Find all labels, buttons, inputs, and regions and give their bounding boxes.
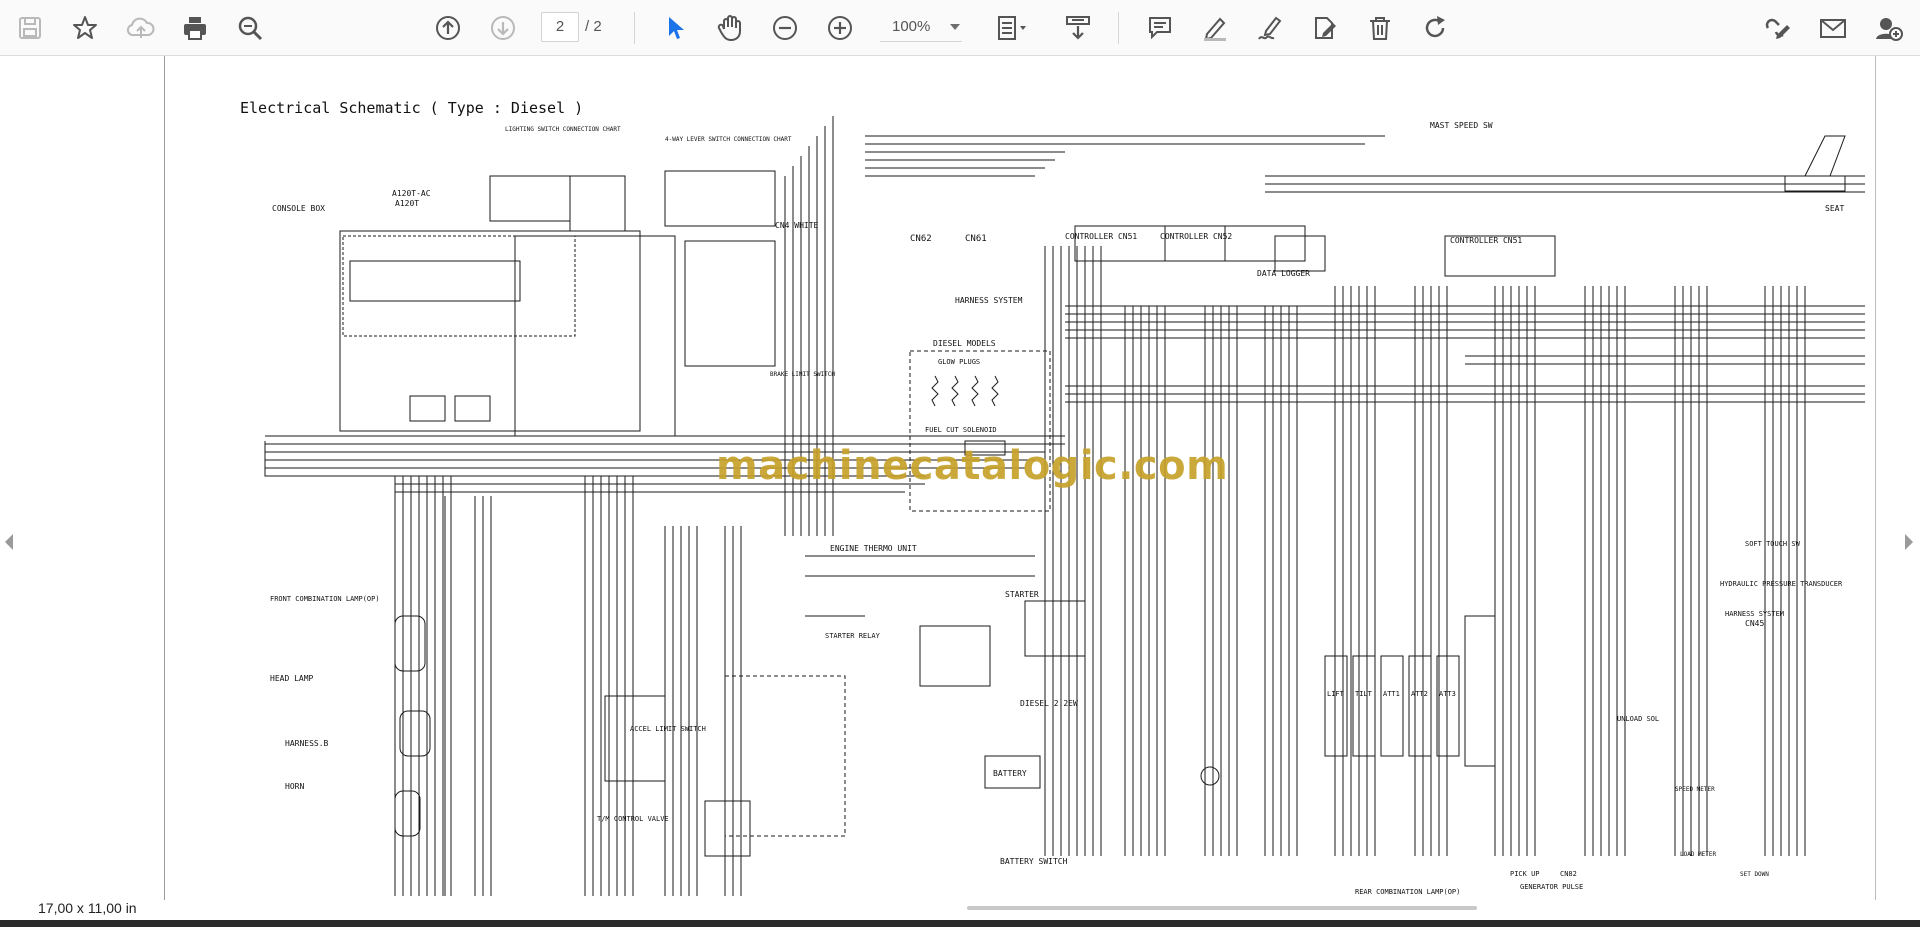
hydraulic-pressure-label: HYDRAULIC PRESSURE TRANSDUCER bbox=[1720, 580, 1843, 588]
prev-page-arrow-icon[interactable] bbox=[5, 534, 13, 550]
controller-cn51-label: CONTROLLER CN51 bbox=[1065, 232, 1137, 241]
email-icon[interactable] bbox=[1813, 8, 1853, 48]
toolbar-divider bbox=[1118, 12, 1119, 44]
att3-label: ATT3 bbox=[1439, 690, 1456, 698]
pick-up-label: PICK UP bbox=[1510, 870, 1540, 878]
page-size-status: 17,00 x 11,00 in bbox=[38, 900, 137, 916]
harness-system-label: HARNESS SYSTEM bbox=[955, 296, 1023, 305]
diesel-models-label: DIESEL MODELS bbox=[933, 339, 996, 348]
schematic-title: Electrical Schematic ( Type : Diesel ) bbox=[240, 99, 583, 117]
watermark-text: machinecatalogic.com bbox=[716, 443, 1229, 489]
battery-switch-label: BATTERY SWITCH bbox=[1000, 857, 1068, 866]
page-total-label: / 2 bbox=[585, 18, 602, 35]
accel-switch-label: ACCEL LIMIT SWITCH bbox=[630, 725, 706, 733]
cn4-label: CN4 WHITE bbox=[775, 221, 819, 230]
lever-chart-label: 4-WAY LEVER SWITCH CONNECTION CHART bbox=[665, 136, 792, 143]
load-meter-label: LOAD METER bbox=[1680, 851, 1717, 858]
a120t-label2: A120T bbox=[395, 199, 419, 208]
cn62-label: CN62 bbox=[910, 234, 932, 244]
zoom-in-icon[interactable] bbox=[820, 8, 860, 48]
engine-thermo-label: ENGINE THERMO UNIT bbox=[830, 544, 917, 553]
mast-speed-label: MAST SPEED SW bbox=[1430, 121, 1493, 130]
harness-b-label: HARNESS.B bbox=[285, 739, 329, 748]
front-lamp-label: FRONT COMBINATION LAMP(OP) bbox=[270, 595, 380, 603]
cn82-label: CN82 bbox=[1560, 870, 1577, 878]
starter-label: STARTER bbox=[1005, 590, 1039, 599]
fuel-cut-label: FUEL CUT SOLENOID bbox=[925, 426, 997, 434]
console-box-label: CONSOLE BOX bbox=[272, 204, 325, 213]
lift-label: LIFT bbox=[1327, 690, 1345, 698]
select-pointer-icon[interactable] bbox=[655, 8, 695, 48]
pdf-viewer-app: 2 / 2 100% Electrical Schematic (Type:… bbox=[0, 0, 1920, 927]
bookmark-star-icon[interactable] bbox=[65, 8, 105, 48]
delete-icon[interactable] bbox=[1360, 8, 1400, 48]
soft-touch-label: SOFT TOUCH SW bbox=[1745, 540, 1801, 548]
seat-label: SEAT bbox=[1825, 204, 1844, 213]
rotate-icon[interactable] bbox=[1415, 8, 1455, 48]
starter-relay-label: STARTER RELAY bbox=[825, 632, 881, 640]
glow-plugs-label: GLOW PLUGS bbox=[938, 358, 980, 366]
att1-label: ATT1 bbox=[1383, 690, 1400, 698]
generator-pulse-label: GENERATOR PULSE bbox=[1520, 883, 1583, 891]
tm-valve-label: T/M CONTROL VALVE bbox=[597, 815, 669, 823]
controller-cn52-label: CONTROLLER CN52 bbox=[1160, 232, 1232, 241]
controller-cn51b-label: CONTROLLER CN51 bbox=[1450, 236, 1522, 245]
page-number-input[interactable]: 2 bbox=[541, 12, 579, 42]
a120t-label: A120T-AC bbox=[392, 189, 431, 198]
diesel-engine-label: DIESEL 2.2EW bbox=[1020, 699, 1078, 708]
cn45-label: CN45 bbox=[1745, 619, 1764, 628]
horizontal-scrollbar[interactable] bbox=[967, 906, 1477, 910]
brake-switch-label: BRAKE LIMIT SWITCH bbox=[770, 371, 835, 378]
zoom-out-icon[interactable] bbox=[765, 8, 805, 48]
zoom-search-icon[interactable] bbox=[230, 8, 270, 48]
page-down-icon[interactable] bbox=[483, 8, 523, 48]
comment-icon[interactable] bbox=[1140, 8, 1180, 48]
head-lamp-label: HEAD LAMP bbox=[270, 674, 314, 683]
save-icon[interactable] bbox=[10, 8, 50, 48]
att2-label: ATT2 bbox=[1411, 690, 1428, 698]
print-icon[interactable] bbox=[175, 8, 215, 48]
main-toolbar: 2 / 2 100% bbox=[0, 0, 1920, 56]
harness-system2-label: HARNESS SYSTEM bbox=[1725, 610, 1784, 618]
highlight-pen-icon[interactable] bbox=[1195, 8, 1235, 48]
draw-sign-icon[interactable] bbox=[1250, 8, 1290, 48]
speed-meter-label: SPEED METER bbox=[1675, 786, 1715, 793]
horn-label: HORN bbox=[285, 782, 304, 791]
scroll-mode-icon[interactable] bbox=[1058, 8, 1098, 48]
page-up-icon[interactable] bbox=[428, 8, 468, 48]
edit-text-icon[interactable] bbox=[1305, 8, 1345, 48]
lighting-chart-label: LIGHTING SWITCH CONNECTION CHART bbox=[505, 126, 621, 133]
chevron-down-icon[interactable] bbox=[950, 24, 960, 30]
unload-sol-label: UNLOAD SOL bbox=[1617, 715, 1659, 723]
link-edit-icon[interactable] bbox=[1758, 8, 1798, 48]
data-logger-label: DATA LOGGER bbox=[1257, 269, 1310, 278]
taskbar-strip bbox=[0, 920, 1920, 927]
set-down-label: SET DOWN bbox=[1740, 871, 1769, 878]
account-add-icon[interactable] bbox=[1868, 8, 1908, 48]
battery-label: BATTERY bbox=[993, 769, 1027, 778]
fit-page-icon[interactable] bbox=[993, 8, 1033, 48]
hand-pan-icon[interactable] bbox=[710, 8, 750, 48]
cn61-label: CN61 bbox=[965, 234, 987, 244]
rear-lamp-label: REAR COMBINATION LAMP(OP) bbox=[1355, 888, 1460, 896]
next-page-arrow-icon[interactable] bbox=[1905, 534, 1913, 550]
tilt-label: TILT bbox=[1355, 690, 1373, 698]
toolbar-divider bbox=[634, 12, 635, 44]
cloud-upload-icon[interactable] bbox=[121, 8, 161, 48]
